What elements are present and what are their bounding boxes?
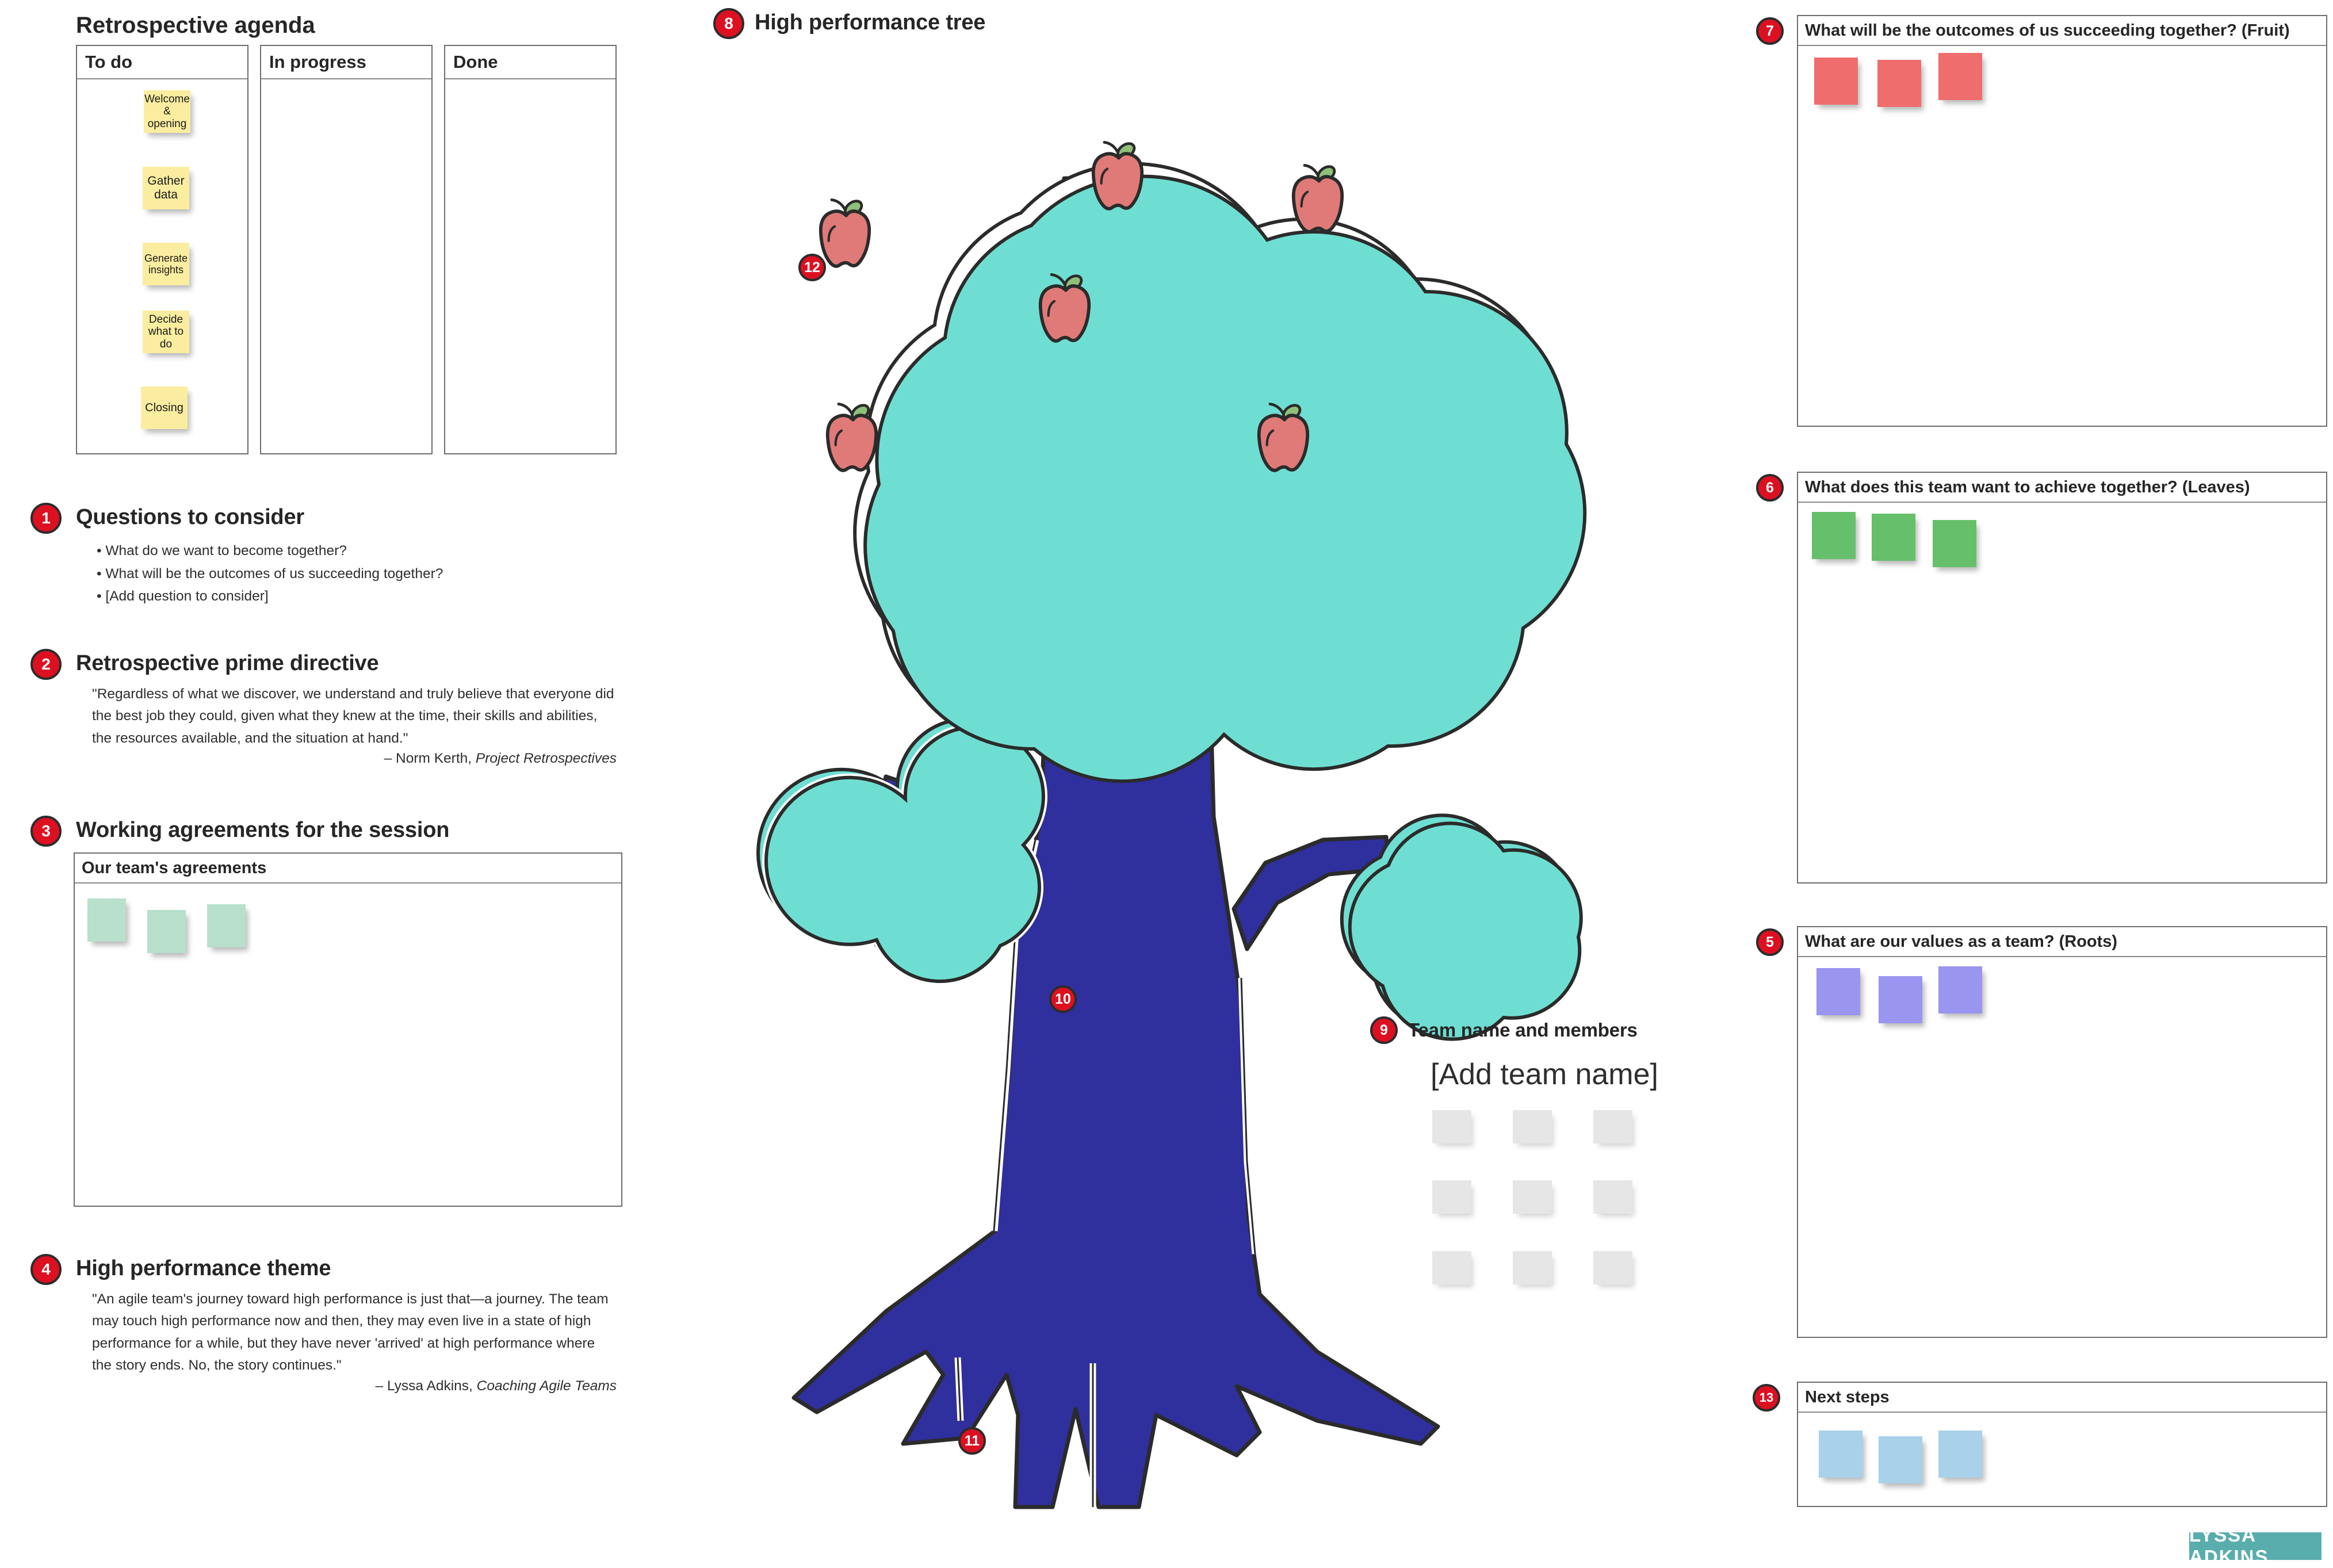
agenda-column-inprogress[interactable]: In progress [260,45,433,454]
apple-icon [819,198,871,268]
agenda-column-header: Done [445,46,615,79]
fruit-panel-header: What will be the outcomes of us succeedi… [1798,16,2326,46]
step-badge-4: 4 [30,1254,62,1285]
step-badge-6: 6 [1756,474,1784,502]
next-steps-panel[interactable]: Next steps [1797,1382,2327,1507]
tree-canopy-left-small [756,717,1047,985]
roots-sticky-note[interactable] [1879,976,1922,1023]
agenda-sticky-note[interactable]: Decide what to do [143,311,189,353]
agreement-sticky-note[interactable] [207,904,246,947]
fruit-sticky-note[interactable] [1814,58,1858,105]
roots-panel[interactable]: What are our values as a team? (Roots) [1797,926,2327,1338]
high-performance-theme-quote: "An agile team's journey toward high per… [92,1291,609,1374]
lyssa-adkins-logo: LYSSA ADKINS [2189,1524,2321,1567]
team-member-slot[interactable] [1432,1251,1471,1284]
working-agreements-title: Working agreements for the session [76,818,450,842]
working-agreements-panel[interactable]: Our team's agreements [74,852,622,1207]
questions-title: Questions to consider [76,505,304,529]
next-steps-sticky-note[interactable] [1819,1431,1862,1478]
tree-marker-12: 12 [798,254,826,281]
step-badge-8: 8 [713,8,744,39]
step-badge-1: 1 [30,503,62,534]
high-performance-tree-graphic[interactable] [696,35,1685,1530]
working-agreements-panel-header: Our team's agreements [75,854,621,884]
team-member-slot[interactable] [1432,1110,1471,1144]
step-badge-2: 2 [30,649,62,680]
tree-marker-11: 11 [958,1427,986,1455]
tree-marker-10: 10 [1049,985,1077,1013]
team-member-slot[interactable] [1432,1180,1471,1214]
team-member-slot[interactable] [1513,1180,1552,1214]
agenda-sticky-note[interactable]: Generate insights [143,243,189,285]
step-badge-13: 13 [1753,1384,1780,1412]
roots-sticky-note[interactable] [1816,968,1860,1015]
agenda-sticky-note[interactable]: Welcome & opening [144,90,190,133]
step-badge-7: 7 [1756,17,1784,45]
leaves-panel-header: What does this team want to achieve toge… [1798,473,2326,503]
team-section-title: Team name and members [1408,1019,1638,1041]
questions-list: • What do we want to become together? • … [97,540,443,608]
canopy-main-shape [863,174,1587,783]
agreement-sticky-note[interactable] [147,910,186,953]
prime-directive-title: Retrospective prime directive [76,651,379,675]
leaves-sticky-note[interactable] [1933,520,1976,567]
agenda-column-done[interactable]: Done [444,45,617,454]
prime-directive-attribution: – Norm Kerth, Project Retrospectives [92,751,617,767]
next-steps-sticky-note[interactable] [1938,1431,1982,1478]
high-performance-theme-attribution: – Lyssa Adkins, Coaching Agile Teams [92,1378,617,1394]
prime-directive-quote: "Regardless of what we discover, we unde… [92,686,614,746]
agenda-column-header: To do [77,46,247,79]
high-performance-theme-title: High performance theme [76,1256,331,1280]
team-member-slot[interactable] [1513,1251,1552,1284]
apple-icon [1291,164,1344,234]
attribution-author: – Lyssa Adkins, [375,1378,477,1394]
leaves-sticky-note[interactable] [1872,514,1915,561]
step-badge-5: 5 [1756,928,1784,956]
leaves-sticky-note[interactable] [1812,512,1856,559]
question-item: • [Add question to consider] [97,588,269,605]
team-member-slot[interactable] [1593,1251,1632,1284]
team-member-slot[interactable] [1593,1110,1632,1144]
roots-sticky-note[interactable] [1938,966,1982,1014]
attribution-author: – Norm Kerth, [384,751,476,766]
step-badge-9: 9 [1370,1016,1398,1044]
roots-panel-header: What are our values as a team? (Roots) [1798,927,2326,957]
agreement-sticky-note[interactable] [87,898,126,942]
fruit-sticky-note[interactable] [1938,53,1982,100]
fruit-sticky-note[interactable] [1877,60,1921,107]
next-steps-panel-header: Next steps [1798,1383,2326,1413]
apple-icon [825,403,878,472]
next-steps-sticky-note[interactable] [1879,1436,1922,1483]
step-badge-3: 3 [30,816,62,847]
question-item: • What do we want to become together? [97,543,347,559]
attribution-work: Coaching Agile Teams [476,1378,617,1394]
agenda-sticky-note[interactable]: Gather data [143,167,189,209]
team-name-placeholder[interactable]: [Add team name] [1431,1057,1658,1092]
agenda-column-header: In progress [261,46,431,79]
question-item: • What will be the outcomes of us succee… [97,565,443,582]
agenda-sticky-note[interactable]: Closing [141,387,188,429]
attribution-work: Project Retrospectives [475,751,617,766]
team-member-slot[interactable] [1593,1180,1632,1214]
agenda-title: Retrospective agenda [76,13,315,38]
apple-icon [1091,141,1144,211]
tree-title: High performance tree [755,10,986,35]
fruit-panel[interactable]: What will be the outcomes of us succeedi… [1797,15,2327,427]
team-member-slot[interactable] [1513,1110,1552,1144]
